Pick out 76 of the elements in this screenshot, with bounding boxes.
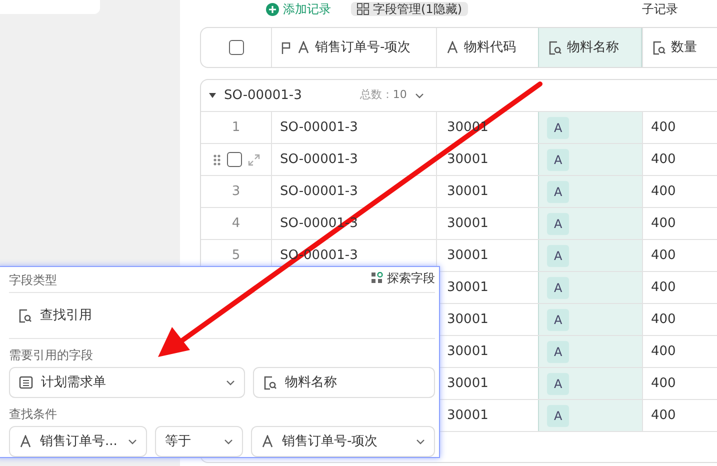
caret-icon [226,380,235,386]
column-header[interactable]: 数量 [642,28,717,67]
option-tag: A [547,180,570,202]
table-cell-text: 400 [651,246,676,265]
explore-icon [371,272,383,284]
table-cell-text: 30001 [447,310,488,329]
operator-select[interactable]: 等于 [155,426,243,457]
count-label: 总数： [360,87,393,104]
row-number: 4 [232,214,240,233]
table-cell-text: SO-00001-3 [280,182,358,201]
plus-icon [266,2,279,16]
sub-record-button[interactable]: 子记录 [636,2,684,16]
condition-value-select[interactable]: 销售订单号-项次 [251,426,435,457]
field-type-select[interactable]: 查找引用 [9,292,435,339]
table-cell-text: 30001 [447,374,488,393]
field-label: 字段类型 [9,272,57,289]
grid-icon [357,3,369,15]
table-icon [19,376,33,389]
table-cell-text: 400 [651,342,676,361]
caret-icon [414,92,424,98]
table-cell-text: 30001 [447,182,488,201]
row-number: 5 [232,246,240,265]
text-type-icon [446,41,459,54]
option-tag: A [547,244,570,266]
table-cell-text: 400 [651,214,676,233]
table-cell-text: 400 [651,278,676,297]
table-cell-text: 400 [651,310,676,329]
table-cell-text: SO-00001-3 [280,118,358,137]
table-cell-text: 400 [651,182,676,201]
table-cell-text: 30001 [447,278,488,297]
lookup-icon [18,308,32,322]
lookup-icon [652,40,666,54]
option-tag: A [547,404,570,426]
table-cell-text: 30001 [447,246,488,265]
add-record-button[interactable]: 添加记录 [260,2,337,16]
drag-handle-icon [212,154,220,166]
table-cell-text: 30001 [447,406,488,425]
caret-icon [128,438,137,444]
column-header[interactable]: 物料名称 [538,28,642,67]
field-manager-button[interactable]: 字段管理(1隐藏) [351,2,468,16]
row-checkbox[interactable] [226,152,242,167]
option-tag: A [547,276,570,298]
expand-icon [248,154,260,166]
caret-icon [416,438,425,444]
table-cell-text: 400 [651,374,676,393]
select-all-checkbox[interactable] [228,40,244,55]
count-value: 10 [392,87,407,104]
row-number: 1 [232,118,240,137]
field-select[interactable]: 物料名称 [253,367,435,398]
condition-field-select[interactable]: 销售订单号... [9,426,147,457]
group-title: SO-00001-3 [224,86,302,105]
table-cell-text: 400 [651,406,676,425]
table-cell-text: 30001 [447,342,488,361]
field-label: 需要引用的字段 [9,347,94,364]
lookup-icon [548,40,562,54]
text-type-icon [297,41,310,54]
table-cell-text: 30001 [447,214,488,233]
option-tag: A [547,340,570,362]
text-type-icon [261,435,274,448]
field-label: 查找条件 [9,406,58,423]
lookup-icon [263,376,277,390]
option-tag: A [547,372,570,394]
table-cell-text: 30001 [447,150,488,169]
option-tag: A [547,148,570,170]
table-cell-text: 400 [651,118,676,137]
row-number: 3 [232,182,240,201]
option-tag: A [547,212,570,234]
caret-icon [224,438,233,444]
option-tag: A [547,116,570,138]
explore-fields-link[interactable]: 探索字段 [371,269,435,287]
table-cell-text: 400 [651,150,676,169]
column-header[interactable]: 销售订单号-项次 [271,28,436,67]
option-tag: A [547,308,570,330]
table-cell-text: SO-00001-3 [280,150,358,169]
table-select[interactable]: 计划需求单 [9,367,245,398]
text-type-icon [19,435,32,448]
